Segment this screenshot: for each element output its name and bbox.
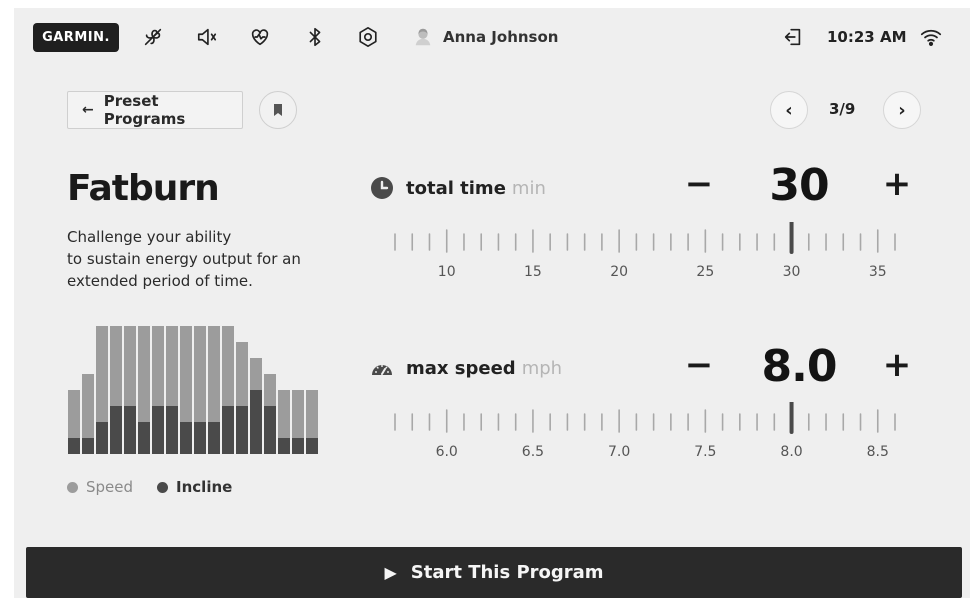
speed-slider[interactable]: 6.0 6.5 7.0 7.5 8.0 8.5 bbox=[380, 402, 910, 472]
fan-off-icon[interactable] bbox=[142, 26, 164, 48]
program-page-indicator: 3/9 bbox=[829, 100, 856, 118]
ruler-tick-label: 7.0 bbox=[608, 444, 630, 460]
incline-bar bbox=[152, 406, 164, 454]
ruler-tick-label: 7.5 bbox=[694, 444, 716, 460]
ruler-tick-label: 30 bbox=[783, 264, 801, 280]
description-line: to sustain energy output for an bbox=[67, 250, 301, 268]
incline-bar bbox=[166, 406, 178, 454]
clock-icon bbox=[370, 176, 394, 200]
incline-bar bbox=[82, 438, 94, 454]
incline-bar bbox=[194, 422, 206, 454]
speed-dot bbox=[67, 481, 78, 493]
max-speed-value: 8.0 bbox=[761, 341, 838, 392]
bluetooth-icon[interactable] bbox=[304, 26, 326, 48]
legend-incline: Incline bbox=[157, 478, 232, 496]
speedometer-icon bbox=[370, 357, 394, 381]
ruler-tick-label: 6.0 bbox=[436, 444, 458, 460]
legend-incline-label: Incline bbox=[176, 478, 233, 496]
ruler-tick-label: 10 bbox=[438, 264, 456, 280]
time-slider[interactable]: 10 15 20 25 30 35 bbox=[380, 222, 910, 292]
incline-bar bbox=[250, 390, 262, 454]
start-program-button[interactable]: ▶ Start This Program bbox=[26, 547, 962, 598]
total-time-unit: min bbox=[511, 178, 546, 199]
description-line: Challenge your ability bbox=[67, 228, 232, 246]
program-description: Challenge your ability to sustain energy… bbox=[67, 226, 337, 292]
decrease-time-button[interactable]: − bbox=[684, 164, 714, 204]
incline-bar bbox=[306, 438, 318, 454]
status-bar: GARMIN. Anna Johnson 10:23 AM bbox=[14, 8, 970, 70]
program-title: Fatburn bbox=[67, 168, 220, 209]
bookmark-icon bbox=[274, 104, 282, 116]
incline-bar bbox=[180, 422, 192, 454]
incline-bar bbox=[208, 422, 220, 454]
ruler-tick-label: 25 bbox=[696, 264, 714, 280]
incline-bar bbox=[110, 406, 122, 454]
max-speed-label: max speed mph bbox=[406, 358, 562, 379]
heart-rate-icon[interactable] bbox=[249, 26, 271, 48]
incline-bar bbox=[222, 406, 234, 454]
incline-bar bbox=[96, 422, 108, 454]
bookmark-button[interactable] bbox=[259, 91, 297, 129]
wifi-icon bbox=[920, 26, 942, 48]
chevron-left-icon: ‹ bbox=[785, 99, 793, 121]
total-time-title: total time bbox=[406, 178, 506, 199]
incline-bar bbox=[138, 422, 150, 454]
arrow-left-icon: ← bbox=[82, 102, 94, 118]
user-avatar-icon bbox=[412, 26, 434, 48]
incline-bar bbox=[264, 406, 276, 454]
decrease-speed-button[interactable]: − bbox=[684, 345, 714, 385]
max-speed-title: max speed bbox=[406, 358, 516, 379]
legend-speed-label: Speed bbox=[86, 478, 134, 496]
ruler-tick-label: 15 bbox=[524, 264, 542, 280]
incline-dot bbox=[157, 481, 169, 493]
treadmill-screen: GARMIN. Anna Johnson 10:23 AM ← Preset P… bbox=[14, 8, 970, 598]
volume-icon[interactable] bbox=[196, 26, 218, 48]
ruler-tick-label: 35 bbox=[869, 264, 887, 280]
settings-icon[interactable] bbox=[357, 26, 379, 48]
back-to-presets-button[interactable]: ← Preset Programs bbox=[67, 91, 243, 129]
clock: 10:23 AM bbox=[827, 28, 907, 46]
ruler-tick-label: 20 bbox=[610, 264, 628, 280]
chevron-right-icon: › bbox=[898, 99, 906, 121]
ruler-tick-label: 8.5 bbox=[867, 444, 889, 460]
previous-program-button[interactable]: ‹ bbox=[770, 91, 808, 129]
chart-legend: Speed Incline bbox=[67, 478, 232, 496]
incline-bar bbox=[124, 406, 136, 454]
total-time-value: 30 bbox=[769, 160, 829, 211]
logout-icon[interactable] bbox=[782, 26, 804, 48]
start-program-label: Start This Program bbox=[410, 562, 604, 583]
play-icon: ▶ bbox=[384, 563, 397, 582]
max-speed-unit: mph bbox=[521, 358, 563, 379]
next-program-button[interactable]: › bbox=[883, 91, 921, 129]
ruler-tick-label: 8.0 bbox=[780, 444, 802, 460]
description-line: extended period of time. bbox=[67, 272, 253, 290]
legend-speed: Speed bbox=[67, 478, 133, 496]
increase-time-button[interactable]: + bbox=[880, 164, 914, 204]
total-time-label: total time min bbox=[406, 178, 546, 199]
garmin-logo: GARMIN. bbox=[33, 23, 119, 52]
incline-bar bbox=[236, 406, 248, 454]
incline-bar bbox=[278, 438, 290, 454]
increase-speed-button[interactable]: + bbox=[880, 345, 914, 385]
incline-bar bbox=[68, 438, 80, 454]
program-profile-chart bbox=[68, 326, 318, 454]
incline-bar bbox=[292, 438, 304, 454]
user-name[interactable]: Anna Johnson bbox=[443, 28, 558, 46]
back-label: Preset Programs bbox=[103, 92, 186, 128]
ruler-tick-label: 6.5 bbox=[522, 444, 544, 460]
